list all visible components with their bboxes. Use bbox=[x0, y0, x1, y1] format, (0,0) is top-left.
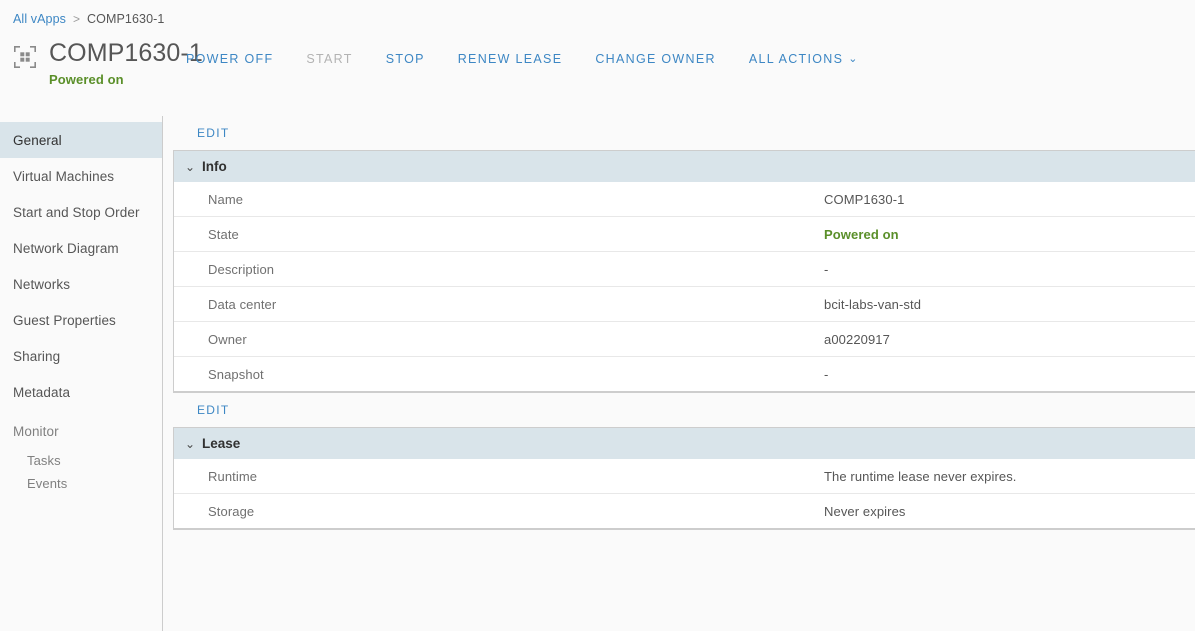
edit-lease-button[interactable]: EDIT bbox=[197, 403, 230, 417]
sidebar-item-label: General bbox=[13, 132, 62, 148]
chevron-down-icon: ⌄ bbox=[185, 159, 196, 174]
row-label: Data center bbox=[208, 296, 277, 312]
info-card: ⌄ Info Name COMP1630-1 State Powered on … bbox=[173, 150, 1195, 393]
action-power-off[interactable]: POWER OFF bbox=[186, 52, 273, 66]
action-change-owner[interactable]: CHANGE OWNER bbox=[595, 52, 715, 66]
row-label: Name bbox=[208, 191, 244, 207]
sidebar-item-label: Networks bbox=[13, 276, 71, 292]
lease-edit-bar: EDIT bbox=[173, 393, 1195, 427]
table-row: Runtime The runtime lease never expires. bbox=[174, 459, 1195, 494]
sidebar-item-label: Start and Stop Order bbox=[13, 204, 140, 220]
breadcrumb-link-all-vapps[interactable]: All vApps bbox=[13, 12, 66, 26]
sidebar-item-sharing[interactable]: Sharing bbox=[0, 338, 162, 374]
sidebar-item-networks[interactable]: Networks bbox=[0, 266, 162, 302]
lease-section-title: Lease bbox=[202, 436, 241, 451]
row-label: Runtime bbox=[208, 468, 258, 484]
action-start: START bbox=[306, 52, 353, 66]
sidebar-item-general[interactable]: General bbox=[0, 122, 162, 158]
row-label: Owner bbox=[208, 331, 247, 347]
chevron-down-icon: ⌄ bbox=[848, 53, 858, 65]
sidebar-item-tasks[interactable]: Tasks bbox=[0, 449, 162, 472]
breadcrumb-current: COMP1630-1 bbox=[87, 12, 165, 26]
sidebar: General Virtual Machines Start and Stop … bbox=[0, 116, 163, 631]
sidebar-group-monitor: Monitor bbox=[0, 413, 162, 449]
row-value: COMP1630-1 bbox=[824, 191, 905, 207]
app-header: COMP1630-1 Powered on POWER OFF START ST… bbox=[0, 38, 1195, 116]
table-row: Storage Never expires bbox=[174, 494, 1195, 529]
row-value: - bbox=[824, 261, 829, 277]
header-title-block: COMP1630-1 Powered on bbox=[49, 38, 203, 87]
table-row: Owner a00220917 bbox=[174, 322, 1195, 357]
sidebar-item-metadata[interactable]: Metadata bbox=[0, 374, 162, 410]
row-value: Never expires bbox=[824, 503, 906, 519]
row-label: Snapshot bbox=[208, 366, 264, 382]
sidebar-item-guest-properties[interactable]: Guest Properties bbox=[0, 302, 162, 338]
sidebar-group-label: Monitor bbox=[13, 423, 59, 439]
row-value: a00220917 bbox=[824, 331, 890, 347]
breadcrumb: All vApps > COMP1630-1 bbox=[0, 0, 1195, 38]
sidebar-item-label: Metadata bbox=[13, 384, 71, 400]
row-value: Powered on bbox=[824, 226, 899, 242]
sidebar-item-virtual-machines[interactable]: Virtual Machines bbox=[0, 158, 162, 194]
sidebar-item-label: Virtual Machines bbox=[13, 168, 115, 184]
sidebar-item-events[interactable]: Events bbox=[0, 472, 162, 495]
row-value: The runtime lease never expires. bbox=[824, 468, 1017, 484]
info-section-title: Info bbox=[202, 159, 227, 174]
lease-card: ⌄ Lease Runtime The runtime lease never … bbox=[173, 427, 1195, 530]
action-renew-lease[interactable]: RENEW LEASE bbox=[458, 52, 563, 66]
action-all-actions[interactable]: ALL ACTIONS ⌄ bbox=[749, 52, 858, 66]
info-edit-bar: EDIT bbox=[173, 116, 1195, 150]
row-label: Description bbox=[208, 261, 275, 277]
action-stop[interactable]: STOP bbox=[386, 52, 425, 66]
edit-info-button[interactable]: EDIT bbox=[197, 126, 230, 140]
sidebar-item-label: Network Diagram bbox=[13, 240, 119, 256]
page-title: COMP1630-1 bbox=[49, 39, 203, 67]
status-badge: Powered on bbox=[49, 72, 124, 87]
info-section-header[interactable]: ⌄ Info bbox=[174, 151, 1195, 182]
row-value: bcit-labs-van-std bbox=[824, 296, 922, 312]
sidebar-item-label: Tasks bbox=[27, 453, 61, 468]
breadcrumb-separator-icon: > bbox=[73, 12, 81, 26]
body: General Virtual Machines Start and Stop … bbox=[0, 116, 1195, 631]
action-all-actions-label: ALL ACTIONS bbox=[748, 52, 844, 66]
row-value: - bbox=[824, 366, 829, 382]
sidebar-item-label: Events bbox=[27, 476, 68, 491]
table-row: Snapshot - bbox=[174, 357, 1195, 392]
sidebar-item-network-diagram[interactable]: Network Diagram bbox=[0, 230, 162, 266]
action-toolbar: POWER OFF START STOP RENEW LEASE CHANGE … bbox=[186, 38, 857, 80]
sidebar-item-start-and-stop-order[interactable]: Start and Stop Order bbox=[0, 194, 162, 230]
main-content: EDIT ⌄ Info Name COMP1630-1 State Powere… bbox=[163, 116, 1195, 631]
table-row: State Powered on bbox=[174, 217, 1195, 252]
table-row: Name COMP1630-1 bbox=[174, 182, 1195, 217]
vapp-icon bbox=[13, 45, 37, 69]
table-row: Description - bbox=[174, 252, 1195, 287]
row-label: State bbox=[208, 226, 239, 242]
table-row: Data center bcit-labs-van-std bbox=[174, 287, 1195, 322]
lease-section-header[interactable]: ⌄ Lease bbox=[174, 428, 1195, 459]
sidebar-item-label: Guest Properties bbox=[13, 312, 116, 328]
chevron-down-icon: ⌄ bbox=[185, 436, 196, 451]
sidebar-item-label: Sharing bbox=[13, 348, 61, 364]
row-label: Storage bbox=[208, 503, 255, 519]
